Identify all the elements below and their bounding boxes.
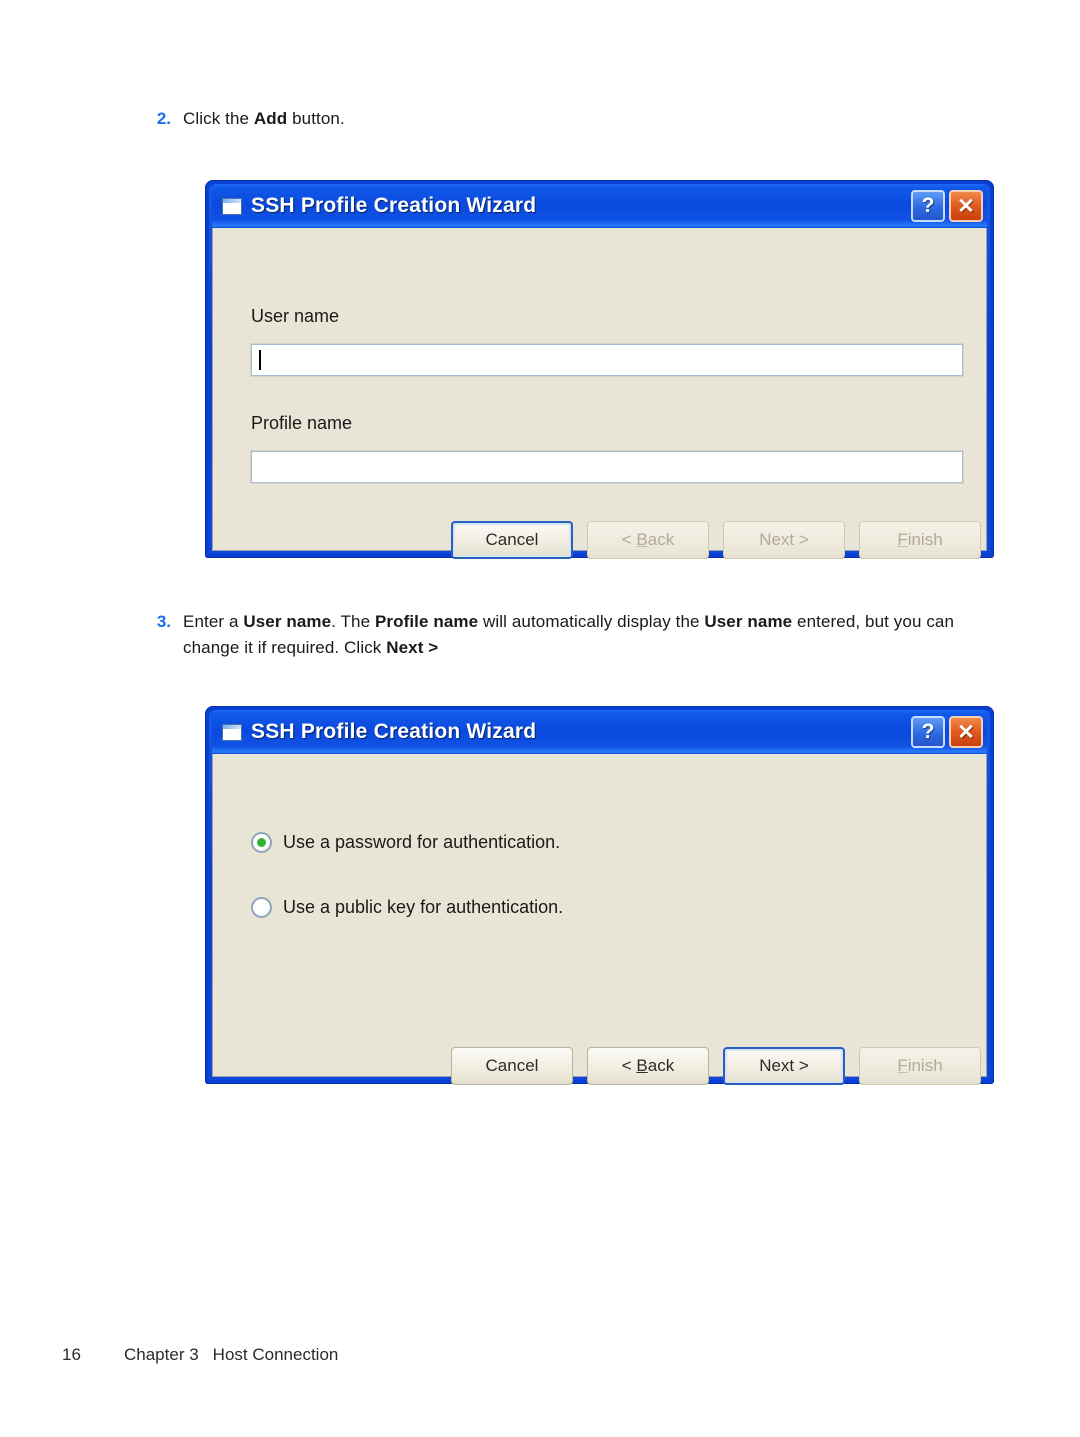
step-3: 3. Enter a User name. The Profile name w… — [145, 609, 985, 661]
dialog-2-titlebar[interactable]: SSH Profile Creation Wizard ? ✕ — [212, 710, 987, 754]
radio-option-public-key[interactable]: Use a public key for authentication. — [251, 897, 563, 918]
radio-icon-unselected[interactable] — [251, 897, 272, 918]
radio-option-public-key-label: Use a public key for authentication. — [283, 897, 564, 917]
dialog-1-frame: SSH Profile Creation Wizard ? ✕ User nam… — [209, 184, 990, 559]
step-2-number: 2. — [156, 109, 171, 128]
step-3-text: Enter a User name. The Profile name will… — [183, 612, 955, 657]
dialog-1-body: User name Profile name Cancel < Back Nex… — [212, 228, 987, 559]
user-name-input[interactable] — [251, 344, 963, 376]
finish-button[interactable]: Finish — [859, 521, 981, 559]
dialog-2-frame: SSH Profile Creation Wizard ? ✕ Use a pa… — [209, 710, 990, 1085]
step-2-text: Click the Add button. — [183, 109, 345, 128]
step-2: 2. Click the Add button. — [145, 106, 845, 132]
dialog-1-button-row: Cancel < Back Next > Finish — [451, 521, 995, 559]
user-name-label: User name — [251, 306, 340, 326]
chapter-label: Chapter 3 — [124, 1345, 199, 1364]
window-icon — [222, 723, 242, 741]
next-button[interactable]: Next > — [723, 1047, 845, 1085]
close-icon[interactable]: ✕ — [949, 190, 983, 222]
close-icon[interactable]: ✕ — [949, 716, 983, 748]
help-icon[interactable]: ? — [911, 716, 945, 748]
cancel-button[interactable]: Cancel — [451, 521, 573, 559]
dialog-2-body: Use a password for authentication. Use a… — [212, 754, 987, 1085]
ssh-profile-creation-wizard-dialog-2[interactable]: SSH Profile Creation Wizard ? ✕ Use a pa… — [205, 706, 994, 1085]
dialog-1-title: SSH Profile Creation Wizard — [251, 194, 537, 217]
profile-name-label: Profile name — [251, 413, 353, 433]
section-label: Host Connection — [212, 1345, 339, 1364]
page-number: 16 — [62, 1345, 81, 1364]
profile-name-input[interactable] — [251, 451, 963, 483]
help-icon[interactable]: ? — [911, 190, 945, 222]
cancel-button[interactable]: Cancel — [451, 1047, 573, 1085]
finish-button[interactable]: Finish — [859, 1047, 981, 1085]
radio-option-password-label: Use a password for authentication. — [283, 832, 561, 852]
page-footer: 16 Chapter 3 Host Connection — [62, 1345, 338, 1365]
dialog-1-titlebar[interactable]: SSH Profile Creation Wizard ? ✕ — [212, 184, 987, 228]
text-caret — [259, 350, 261, 370]
step-3-number: 3. — [156, 612, 171, 631]
window-icon — [222, 197, 242, 215]
back-button[interactable]: < Back — [587, 1047, 709, 1085]
dialog-2-button-row: Cancel < Back Next > Finish — [451, 1047, 995, 1085]
next-button[interactable]: Next > — [723, 521, 845, 559]
radio-option-password[interactable]: Use a password for authentication. — [251, 832, 560, 853]
ssh-profile-creation-wizard-dialog-1[interactable]: SSH Profile Creation Wizard ? ✕ User nam… — [205, 180, 994, 559]
radio-icon-selected[interactable] — [251, 832, 272, 853]
back-button[interactable]: < Back — [587, 521, 709, 559]
dialog-2-title: SSH Profile Creation Wizard — [251, 720, 537, 743]
